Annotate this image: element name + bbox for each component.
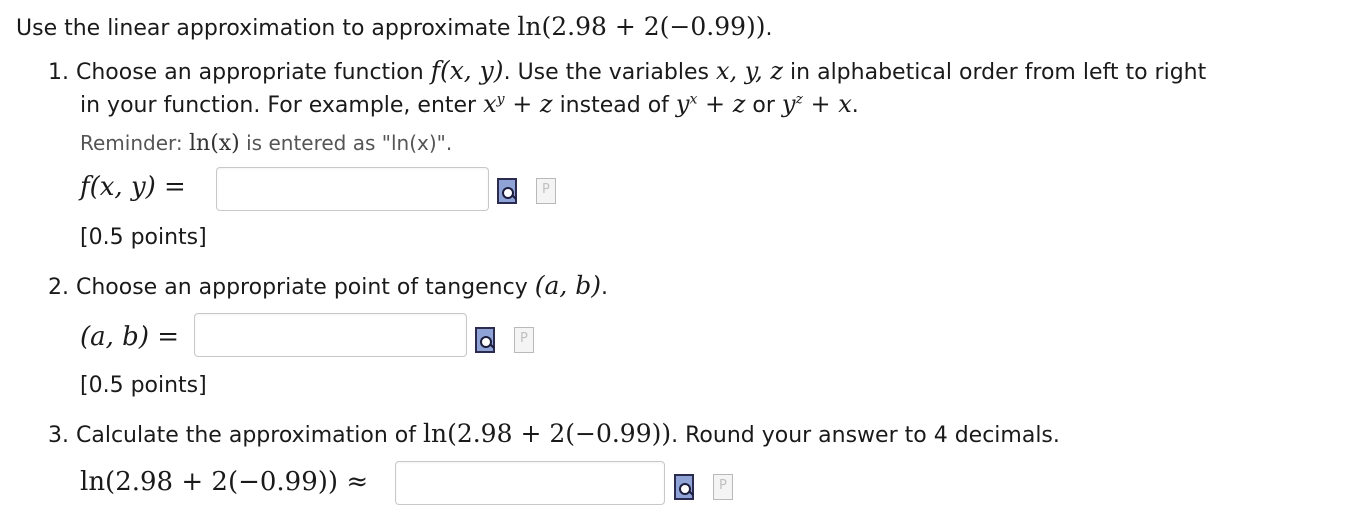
question-1-text-2: . Use the variables bbox=[503, 60, 716, 85]
question-2-end: . bbox=[601, 275, 609, 300]
question-3-math: ln(2.98 + 2(−0.99)) bbox=[422, 419, 672, 448]
function-input[interactable] bbox=[216, 167, 489, 211]
syntax-help-icon[interactable] bbox=[713, 474, 733, 500]
question-1-instead: instead of bbox=[552, 93, 676, 118]
tangency-point-input[interactable] bbox=[194, 313, 467, 357]
question-2-text: Choose an appropriate point of tangency bbox=[76, 275, 535, 300]
intro-text: Use the linear approximation to approxim… bbox=[16, 16, 518, 41]
reminder-label: Reminder: bbox=[80, 131, 189, 155]
question-1-number: 1. bbox=[48, 60, 69, 85]
question-2-points: [0.5 points] bbox=[80, 373, 207, 398]
intro-period: . bbox=[765, 16, 773, 41]
question-3-line: 3. Calculate the approximation of ln(2.9… bbox=[48, 419, 1060, 448]
preview-icon[interactable] bbox=[674, 474, 694, 500]
example-exponent: y bbox=[496, 91, 505, 108]
alt1-plus: + z bbox=[697, 90, 746, 118]
question-1-end: . bbox=[851, 93, 859, 118]
question-3-text: Calculate the approximation of bbox=[76, 423, 423, 448]
question-1-example-intro: in your function. For example, enter bbox=[80, 93, 484, 118]
preview-icon[interactable] bbox=[475, 327, 495, 353]
approximation-input[interactable] bbox=[395, 461, 665, 505]
question-1-variables: x, y, z bbox=[715, 57, 784, 85]
problem-statement: Use the linear approximation to approxim… bbox=[16, 12, 773, 41]
question-3-number: 3. bbox=[48, 423, 69, 448]
reminder-math: ln(x) bbox=[188, 131, 240, 156]
syntax-help-icon[interactable] bbox=[514, 327, 534, 353]
question-2-math: (a, b) bbox=[534, 271, 602, 300]
syntax-help-icon[interactable] bbox=[536, 178, 556, 204]
reminder-text: is entered as "ln(x)". bbox=[239, 131, 453, 155]
question-3-input-label: ln(2.98 + 2(−0.99)) ≈ bbox=[80, 467, 369, 497]
alt2-exponent: z bbox=[795, 91, 803, 108]
alt2-base: y bbox=[781, 90, 796, 118]
intro-expression: ln(2.98 + 2(−0.99)) bbox=[517, 12, 766, 41]
question-1-line-2: in your function. For example, enter xy … bbox=[80, 90, 859, 118]
alt1-base: y bbox=[675, 90, 690, 118]
question-3-text-2: . Round your answer to 4 decimals. bbox=[671, 423, 1060, 448]
question-2-number: 2. bbox=[48, 275, 69, 300]
question-1-or: or bbox=[745, 93, 782, 118]
reminder-note: Reminder: ln(x) is entered as "ln(x)". bbox=[80, 131, 452, 156]
question-2-line: 2. Choose an appropriate point of tangen… bbox=[48, 271, 608, 300]
question-1-input-label: f(x, y) = bbox=[80, 172, 186, 202]
question-1-text-3: in alphabetical order from left to right bbox=[783, 60, 1207, 85]
question-2-input-label: (a, b) = bbox=[80, 322, 180, 352]
alt2-plus: + x bbox=[802, 90, 852, 118]
question-1-function: f(x, y) bbox=[430, 56, 504, 85]
question-1-line-1: 1. Choose an appropriate function f(x, y… bbox=[48, 56, 1206, 85]
question-1-text: Choose an appropriate function bbox=[76, 60, 431, 85]
example-plus: + z bbox=[504, 90, 553, 118]
question-1-points: [0.5 points] bbox=[80, 225, 207, 250]
preview-icon[interactable] bbox=[497, 178, 517, 204]
example-base: x bbox=[483, 90, 497, 118]
